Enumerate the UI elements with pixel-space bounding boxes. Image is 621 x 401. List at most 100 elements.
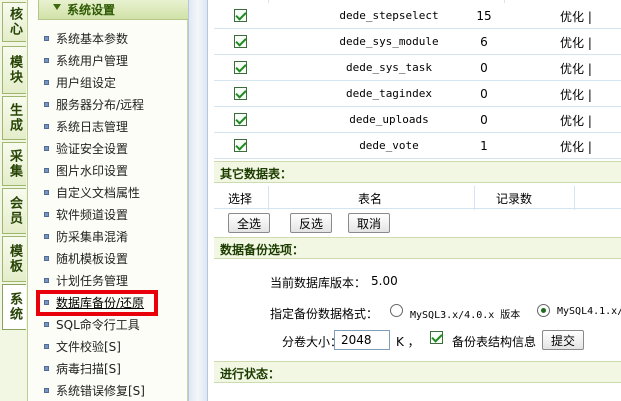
- bullet-icon: [44, 387, 49, 393]
- bullet-icon: [44, 211, 49, 217]
- side-tab-template[interactable]: 模板: [2, 236, 26, 282]
- menu-item-label: 自定义文档属性: [56, 185, 141, 200]
- db-version-label: 当前数据库版本：: [270, 276, 367, 290]
- section-title: 数据备份选项：: [220, 243, 305, 257]
- side-tab-collect[interactable]: 采集: [2, 142, 26, 186]
- section-title: 其它数据表：: [220, 167, 293, 181]
- menu-item[interactable]: 服务器分布/远程: [44, 95, 144, 113]
- record-count: 0: [480, 61, 488, 75]
- menu-item[interactable]: SQL命令行工具: [44, 315, 140, 333]
- table-row: dede_uploads 0 优化 |: [214, 107, 621, 133]
- cancel-button[interactable]: 取消: [348, 213, 390, 233]
- frame-splitter[interactable]: [188, 0, 208, 401]
- format-option-mysql40-label: MySQL3.x/4.0.x 版本: [410, 310, 521, 321]
- bullet-icon: [44, 79, 49, 85]
- side-tab-member[interactable]: 会员: [2, 188, 26, 234]
- menu-item-label: 服务器分布/远程: [56, 97, 145, 112]
- optimize-link[interactable]: 优化 |: [560, 138, 592, 155]
- side-tab-generate[interactable]: 生成: [2, 96, 26, 140]
- menu-item[interactable]: 系统用户管理: [44, 51, 128, 69]
- menu-item[interactable]: 系统错误修复[S]: [44, 381, 145, 399]
- menu-item[interactable]: 软件频道设置: [44, 205, 128, 223]
- table-row: dede_sys_module 6 优化 |: [214, 29, 621, 55]
- record-count: 0: [480, 87, 488, 101]
- menu-item-label: 随机模板设置: [56, 251, 129, 266]
- table-row: dede_vote 1 优化 |: [214, 133, 621, 159]
- bullet-icon: [44, 189, 49, 195]
- bullet-icon: [44, 101, 49, 107]
- volume-size-input[interactable]: 2048: [334, 330, 390, 350]
- submit-button[interactable]: 提交: [542, 330, 584, 350]
- bullet-icon: [44, 167, 49, 173]
- invert-selection-button[interactable]: 反选: [290, 213, 332, 233]
- side-tab-label: 模块: [7, 55, 22, 85]
- menu-item[interactable]: 随机模板设置: [44, 249, 128, 267]
- record-count: 0: [480, 113, 488, 127]
- chevron-down-icon: [53, 4, 61, 10]
- column-header-count: 记录数: [496, 192, 533, 206]
- menu-item[interactable]: 图片水印设置: [44, 161, 128, 179]
- menu-header[interactable]: 系统设置: [38, 0, 206, 20]
- backup-options-section: 数据备份选项：: [214, 237, 621, 259]
- menu-header-title: 系统设置: [67, 3, 116, 17]
- menu-item-label: 系统基本参数: [56, 31, 129, 46]
- side-tab-module[interactable]: 模块: [2, 46, 26, 94]
- backup-structure-label: 备份表结构信息: [452, 335, 537, 349]
- record-count: 6: [480, 35, 488, 49]
- column-header-select: 选择: [228, 192, 253, 206]
- menu-item[interactable]: 系统日志管理: [44, 117, 128, 135]
- side-tab-bar: 核心 模块 生成 采集 会员 模板 系统: [0, 0, 28, 401]
- table-checkbox[interactable]: [234, 113, 247, 126]
- table-checkbox[interactable]: [234, 61, 247, 74]
- table-checkbox[interactable]: [234, 87, 247, 100]
- format-option-mysql41-label: MySQL4.1.x/: [557, 306, 621, 317]
- table-checkbox[interactable]: [234, 35, 247, 48]
- optimize-link[interactable]: 优化 |: [560, 86, 592, 103]
- progress-section: 进行状态：: [214, 361, 621, 383]
- optimize-link[interactable]: 优化 |: [560, 60, 592, 77]
- menu-item[interactable]: 用户组设定: [44, 73, 116, 91]
- menu-item-label: 计划任务管理: [56, 273, 129, 288]
- menu-item-label: 验证安全设置: [56, 141, 129, 156]
- menu-item[interactable]: 病毒扫描[S]: [44, 359, 121, 377]
- menu-item-label: 系统错误修复[S]: [56, 383, 145, 398]
- menu-item[interactable]: 验证安全设置: [44, 139, 128, 157]
- table-checkbox[interactable]: [234, 139, 247, 152]
- record-count: 1: [480, 139, 488, 153]
- menu-item[interactable]: 文件校验[S]: [44, 337, 121, 355]
- menu-item[interactable]: 系统基本参数: [44, 29, 128, 47]
- db-version-value: 5.00: [371, 274, 398, 288]
- select-all-button[interactable]: 全选: [228, 213, 270, 233]
- format-label: 指定备份数据格式：: [270, 307, 379, 321]
- backup-structure-checkbox[interactable]: [430, 331, 443, 344]
- optimize-link[interactable]: 优化 |: [560, 34, 592, 51]
- bullet-icon: [44, 57, 49, 63]
- bullet-icon: [44, 35, 49, 41]
- other-tables-section: 其它数据表：: [214, 161, 621, 183]
- volume-size-label: 分卷大小：: [282, 335, 343, 349]
- bullet-icon: [44, 321, 49, 327]
- optimize-link[interactable]: 优化 |: [560, 112, 592, 129]
- bullet-icon: [44, 365, 49, 371]
- column-header-name: 表名: [358, 192, 383, 206]
- optimize-link[interactable]: 优化 |: [560, 8, 592, 25]
- menu-item-label: 病毒扫描[S]: [56, 361, 121, 376]
- side-tab-label: 模板: [7, 244, 22, 274]
- menu-item[interactable]: 自定义文档属性: [44, 183, 140, 201]
- format-radio-mysql40[interactable]: [390, 304, 403, 317]
- table-checkbox[interactable]: [234, 9, 247, 22]
- menu-item-label: SQL命令行工具: [56, 317, 140, 332]
- menu-item[interactable]: 计划任务管理: [44, 271, 128, 289]
- bullet-icon: [44, 233, 49, 239]
- format-radio-mysql41[interactable]: [537, 304, 550, 317]
- menu-item-label: 用户组设定: [56, 75, 117, 90]
- side-tab-system[interactable]: 系统: [2, 284, 26, 330]
- bullet-icon: [44, 255, 49, 261]
- table-row: dede_stepselect 15 优化 |: [214, 3, 621, 29]
- selection-highlight-box: [36, 290, 158, 316]
- side-tab-core[interactable]: 核心: [2, 2, 26, 42]
- bullet-icon: [44, 343, 49, 349]
- menu-item-label: 文件校验[S]: [56, 339, 121, 354]
- menu-item[interactable]: 防采集串混淆: [44, 227, 128, 245]
- side-tab-label: 会员: [7, 196, 22, 226]
